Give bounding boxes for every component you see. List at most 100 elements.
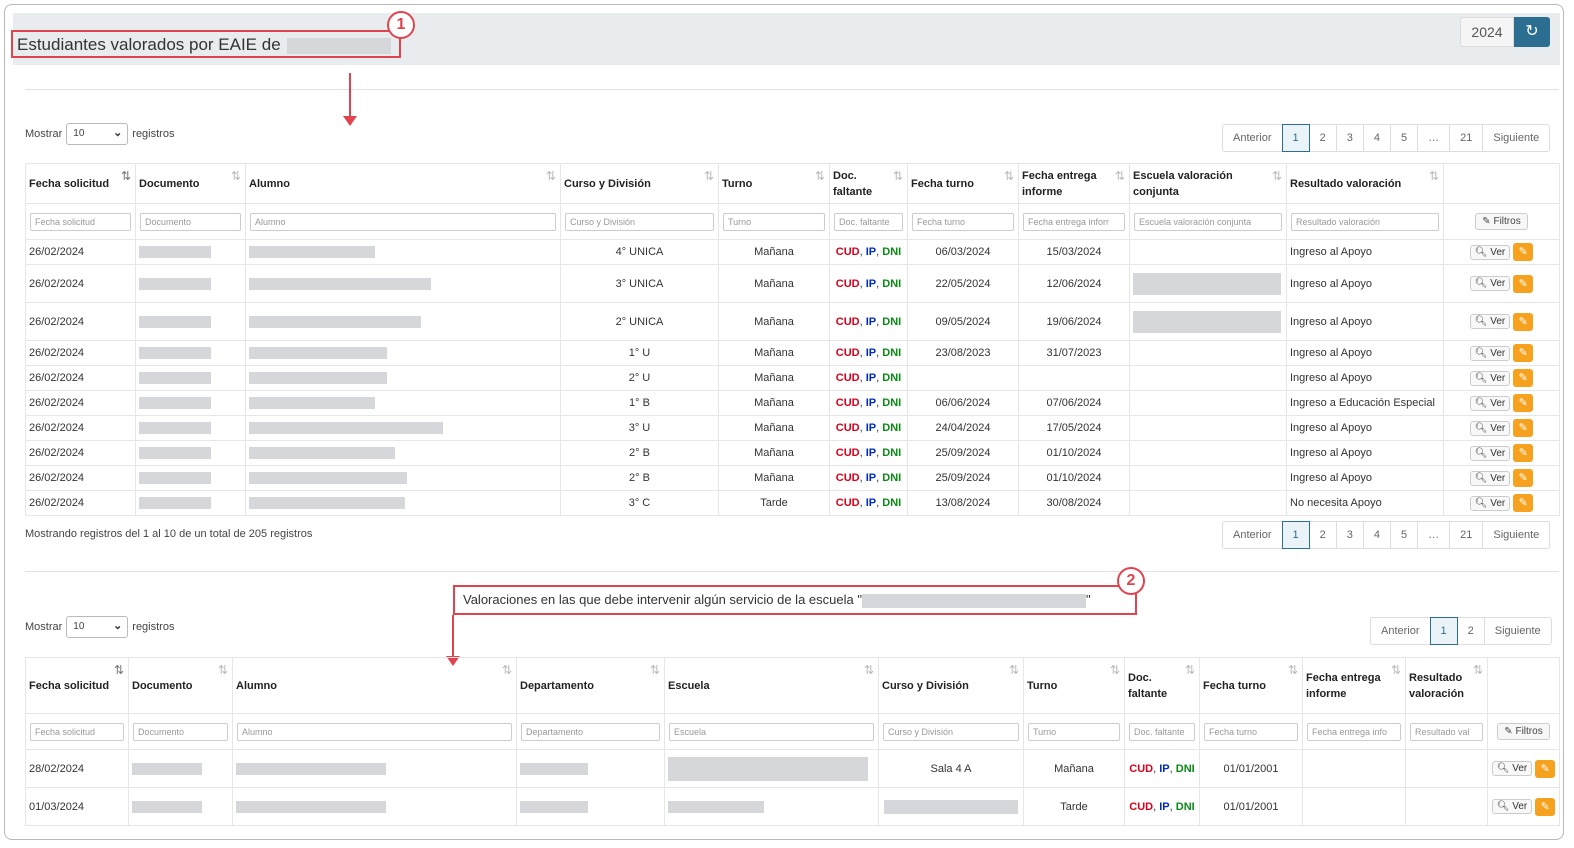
edit-button[interactable]: ✎: [1535, 759, 1556, 778]
col-curso[interactable]: Curso y División ⇅: [878, 657, 1024, 714]
edit-button[interactable]: ✎: [1513, 444, 1534, 462]
pager-page-2[interactable]: 2: [1308, 521, 1337, 549]
filter-resultado[interactable]: Resultado val: [1410, 722, 1483, 741]
table2-length-select[interactable]: 10 ⌄: [66, 616, 129, 638]
col-escuela-conjunta[interactable]: Escuela valoración conjunta ⇅: [1129, 163, 1287, 204]
filter-turno[interactable]: Turno: [1028, 722, 1120, 741]
pager-ellipsis: …: [1417, 124, 1451, 152]
col-resultado[interactable]: Resultado valoración ⇅: [1286, 163, 1444, 204]
edit-button[interactable]: ✎: [1513, 243, 1534, 261]
pager-page-5[interactable]: 5: [1390, 124, 1419, 152]
col-fecha-entrega[interactable]: Fecha entrega informe ⇅: [1302, 657, 1406, 714]
edit-button[interactable]: ✎: [1513, 369, 1534, 387]
col-turno[interactable]: Turno ⇅: [1023, 657, 1125, 714]
pager-page-2[interactable]: 2: [1456, 617, 1485, 645]
edit-button[interactable]: ✎: [1513, 494, 1534, 512]
filtros-button[interactable]: ✎ Filtros: [1475, 213, 1528, 230]
filter-doc-faltante[interactable]: Doc. faltante: [834, 212, 903, 231]
col-turno[interactable]: Turno ⇅: [718, 163, 830, 204]
view-button[interactable]: 🔍︎ Ver: [1491, 761, 1533, 776]
pager-next[interactable]: Siguiente: [1483, 617, 1552, 645]
pager-page-4[interactable]: 4: [1362, 521, 1392, 549]
view-button[interactable]: 🔍︎ Ver: [1469, 314, 1511, 329]
col-fecha-solicitud[interactable]: Fecha solicitud ⇅: [25, 163, 136, 204]
col-fecha-entrega[interactable]: Fecha entrega informe ⇅: [1018, 163, 1130, 204]
view-button[interactable]: 🔍︎ Ver: [1469, 244, 1511, 260]
edit-button[interactable]: ✎: [1513, 469, 1534, 487]
redacted-document: [139, 422, 211, 435]
pager-prev[interactable]: Anterior: [1370, 617, 1431, 645]
filter-fecha-entrega[interactable]: Fecha entrega inforr: [1023, 212, 1125, 231]
view-button[interactable]: 🔍︎ Ver: [1469, 276, 1511, 291]
col-escuela[interactable]: Escuela ⇅: [664, 657, 879, 714]
filter-departamento[interactable]: Departamento: [521, 722, 660, 741]
refresh-button[interactable]: ↻: [1514, 17, 1550, 47]
filter-fecha-turno[interactable]: Fecha turno: [912, 212, 1014, 231]
header-label: Documento: [139, 177, 200, 190]
filter-fecha-turno[interactable]: Fecha turno: [1204, 722, 1298, 741]
filter-fecha-solicitud[interactable]: Fecha solicitud: [30, 722, 124, 741]
filter-documento[interactable]: Documento: [133, 722, 228, 741]
pager-page-1[interactable]: 1: [1281, 124, 1310, 152]
col-fecha-turno[interactable]: Fecha turno ⇅: [907, 163, 1019, 204]
header-label: Resultado valoración: [1409, 671, 1465, 700]
col-fecha-solicitud[interactable]: Fecha solicitud ⇅: [25, 657, 129, 714]
doc-ip: IP: [865, 315, 877, 328]
col-fecha-turno[interactable]: Fecha turno ⇅: [1199, 657, 1303, 714]
year-field[interactable]: 2024: [1460, 17, 1514, 47]
edit-button[interactable]: ✎: [1513, 419, 1534, 437]
pager-prev[interactable]: Anterior: [1222, 124, 1283, 152]
edit-button[interactable]: ✎: [1513, 344, 1534, 362]
pager-prev[interactable]: Anterior: [1222, 521, 1283, 549]
pencil-icon: ✎: [1518, 472, 1528, 484]
pager-page-21[interactable]: 21: [1449, 521, 1484, 549]
view-label: Ver: [1512, 763, 1528, 774]
filter-documento[interactable]: Documento: [140, 212, 241, 231]
pager-page-1[interactable]: 1: [1281, 521, 1310, 549]
edit-button[interactable]: ✎: [1535, 797, 1556, 816]
filter-escuela-conjunta[interactable]: Escuela valoración conjunta: [1134, 212, 1282, 231]
edit-button[interactable]: ✎: [1513, 394, 1534, 412]
pager-page-3[interactable]: 3: [1335, 521, 1364, 549]
filtros-button[interactable]: ✎ Filtros: [1497, 723, 1550, 740]
col-resultado[interactable]: Resultado valoración ⇅: [1405, 657, 1488, 714]
col-alumno[interactable]: Alumno ⇅: [245, 163, 561, 204]
view-button[interactable]: 🔍︎ Ver: [1469, 370, 1511, 386]
filter-turno[interactable]: Turno: [723, 212, 825, 231]
view-button[interactable]: 🔍︎ Ver: [1491, 799, 1533, 814]
filter-alumno[interactable]: Alumno: [250, 212, 556, 231]
filter-resultado[interactable]: Resultado valoración: [1291, 212, 1439, 231]
filter-curso[interactable]: Curso y División: [883, 722, 1019, 741]
view-button[interactable]: 🔍︎ Ver: [1469, 395, 1511, 411]
pager-page-4[interactable]: 4: [1362, 124, 1392, 152]
view-button[interactable]: 🔍︎ Ver: [1469, 445, 1511, 461]
col-curso[interactable]: Curso y División ⇅: [560, 163, 719, 204]
pager-next[interactable]: Siguiente: [1482, 521, 1551, 549]
col-documento[interactable]: Documento ⇅: [128, 657, 233, 714]
view-button[interactable]: 🔍︎ Ver: [1469, 345, 1511, 361]
view-button[interactable]: 🔍︎ Ver: [1469, 470, 1511, 486]
pager-next[interactable]: Siguiente: [1482, 124, 1551, 152]
filtros-label: Filtros: [1493, 216, 1521, 227]
view-button[interactable]: 🔍︎ Ver: [1469, 495, 1511, 511]
col-departamento[interactable]: Departamento ⇅: [516, 657, 665, 714]
pager-page-2[interactable]: 2: [1308, 124, 1337, 152]
edit-button[interactable]: ✎: [1513, 312, 1534, 331]
col-documento[interactable]: Documento ⇅: [135, 163, 246, 204]
filter-doc-faltante[interactable]: Doc. faltante: [1129, 722, 1195, 741]
col-doc-faltante[interactable]: Doc. faltante ⇅: [1124, 657, 1200, 714]
filter-fecha-solicitud[interactable]: Fecha solicitud: [30, 212, 131, 231]
table1-length-select[interactable]: 10 ⌄: [66, 123, 129, 145]
filter-alumno[interactable]: Alumno: [237, 722, 512, 741]
filter-escuela[interactable]: Escuela: [669, 722, 874, 741]
filter-curso[interactable]: Curso y División: [565, 212, 714, 231]
filter-fecha-entrega[interactable]: Fecha entrega info: [1307, 722, 1401, 741]
view-button[interactable]: 🔍︎ Ver: [1469, 420, 1511, 436]
edit-button[interactable]: ✎: [1513, 274, 1534, 293]
pager-page-5[interactable]: 5: [1390, 521, 1419, 549]
col-alumno[interactable]: Alumno ⇅: [232, 657, 517, 714]
pager-page-3[interactable]: 3: [1335, 124, 1364, 152]
col-doc-faltante[interactable]: Doc. faltante ⇅: [829, 163, 908, 204]
pager-page-1[interactable]: 1: [1429, 617, 1458, 645]
pager-page-21[interactable]: 21: [1449, 124, 1484, 152]
